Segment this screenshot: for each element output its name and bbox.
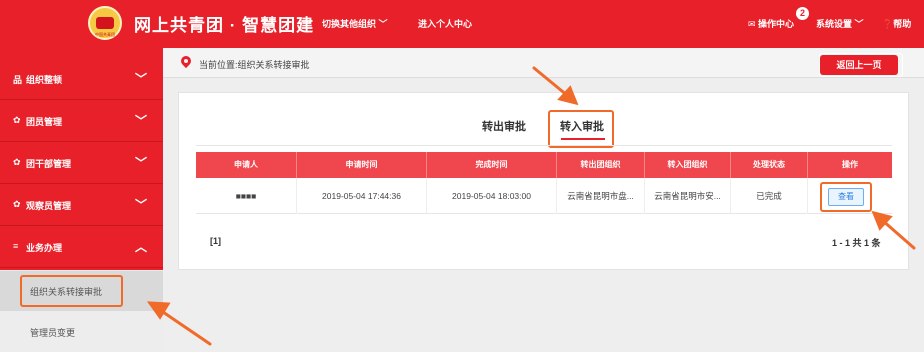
arrow-to-tab <box>532 66 570 98</box>
arrow-to-submenu <box>158 308 212 346</box>
arrow-to-view <box>880 218 916 250</box>
annotation-arrows <box>146 66 916 346</box>
